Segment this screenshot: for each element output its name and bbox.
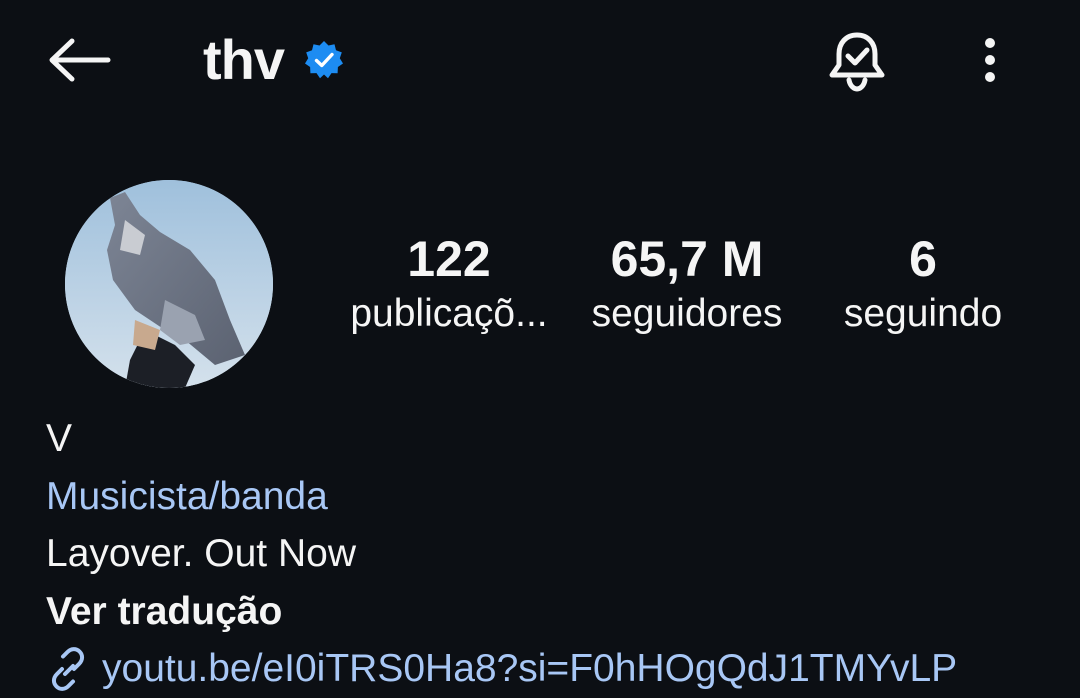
notifications-button[interactable] <box>822 26 892 96</box>
followers-stat[interactable]: 65,7 M seguidores <box>578 228 796 338</box>
display-name: V <box>46 417 73 460</box>
username-header: thv <box>203 28 344 92</box>
profile-bio: V Musicista/banda Layover. Out Now Ver t… <box>46 410 1056 698</box>
posts-count: 122 <box>407 231 491 287</box>
profile-username: thv <box>203 28 285 91</box>
following-stat[interactable]: 6 seguindo <box>830 228 1016 338</box>
more-vertical-icon <box>985 38 995 82</box>
following-count: 6 <box>909 231 937 287</box>
back-button[interactable] <box>40 30 116 90</box>
see-translation-button[interactable]: Ver tradução <box>46 583 1056 641</box>
profile-avatar[interactable] <box>65 180 273 388</box>
bio-link[interactable]: youtu.be/eI0iTRS0Ha8?si=F0hHOgQdJ1TMYvLP <box>46 640 1056 698</box>
more-options-button[interactable] <box>960 30 1020 90</box>
bio-link-text: youtu.be/eI0iTRS0Ha8?si=F0hHOgQdJ1TMYvLP <box>102 647 958 690</box>
top-bar: thv <box>0 0 1080 120</box>
verified-badge-icon <box>304 40 344 80</box>
bell-check-icon <box>829 32 885 92</box>
bio-text: Layover. Out Now <box>46 532 356 575</box>
followers-label: seguidores <box>591 292 783 335</box>
posts-label: publicaçõ... <box>350 292 548 335</box>
link-icon <box>46 646 90 691</box>
followers-count: 65,7 M <box>610 231 764 287</box>
arrow-left-icon <box>49 38 111 82</box>
category-label: Musicista/banda <box>46 474 328 518</box>
posts-stat[interactable]: 122 publicaçõ... <box>340 228 558 338</box>
following-label: seguindo <box>843 292 1003 335</box>
profile-stats: 122 publicaçõ... 65,7 M seguidores 6 seg… <box>340 228 1040 358</box>
